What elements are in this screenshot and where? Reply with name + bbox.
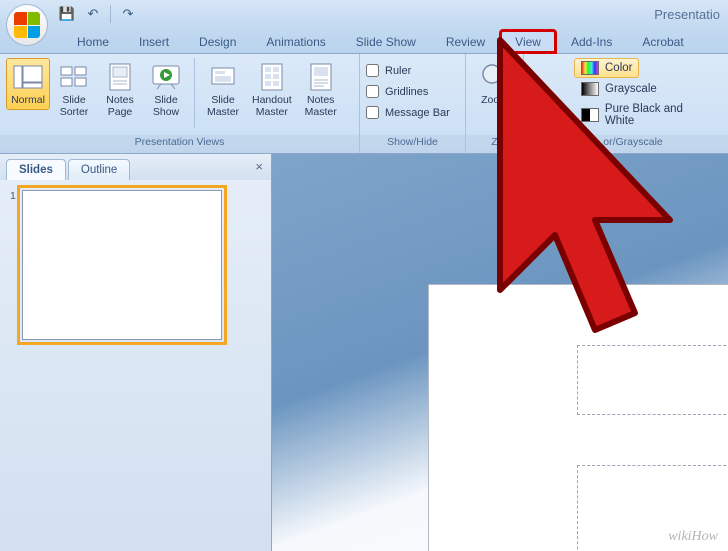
slides-tab[interactable]: Slides — [6, 159, 66, 180]
message-bar-label: Message Bar — [385, 107, 450, 119]
undo-button[interactable]: ↶ — [82, 3, 104, 25]
slide-master-button[interactable]: Slide Master — [201, 58, 245, 121]
app-title: Presentatio — [654, 7, 720, 22]
tab-design[interactable]: Design — [184, 30, 251, 53]
message-bar-checkbox[interactable]: Message Bar — [366, 104, 450, 121]
zoom-label: Zoom — [481, 95, 508, 107]
normal-icon — [12, 61, 44, 93]
pure-bw-label: Pure Black and White — [605, 103, 715, 127]
zoom-icon — [479, 61, 511, 93]
pure-bw-swatch-icon — [581, 108, 599, 122]
tab-view[interactable]: View — [500, 30, 556, 53]
tab-add-ins[interactable]: Add-Ins — [556, 30, 627, 53]
notes-master-label: Notes Master — [305, 95, 337, 118]
grayscale-label: Grayscale — [605, 83, 657, 95]
group-label-color-grayscale: or/Grayscale — [568, 135, 728, 153]
gridlines-label: Gridlines — [385, 86, 428, 98]
tab-slide-show[interactable]: Slide Show — [341, 30, 431, 53]
normal-label: Normal — [11, 95, 45, 107]
color-label: Color — [605, 62, 632, 74]
outline-tab[interactable]: Outline — [68, 159, 130, 180]
qat-separator — [110, 5, 111, 23]
pure-bw-button[interactable]: Pure Black and White — [574, 100, 722, 130]
grayscale-button[interactable]: Grayscale — [574, 79, 664, 99]
handout-master-label: Handout Master — [252, 95, 292, 118]
group-label-show-hide: Show/Hide — [360, 135, 465, 153]
slide-editor[interactable] — [272, 154, 728, 551]
slide-master-label: Slide Master — [207, 95, 239, 118]
slide-thumbnail[interactable] — [22, 190, 222, 340]
tab-home[interactable]: Home — [62, 30, 124, 53]
color-swatch-icon — [581, 61, 599, 75]
notes-master-button[interactable]: Notes Master — [299, 58, 343, 121]
slide-sorter-button[interactable]: Slide Sorter — [52, 58, 96, 121]
pane-tabs: Slides Outline × — [0, 154, 271, 180]
group-presentation-views: Normal Slide Sorter Notes Page Slide Sho… — [0, 54, 360, 153]
hidden-group — [524, 54, 568, 153]
slides-thumbnails: 1 — [0, 180, 271, 551]
thumbnail-row[interactable]: 1 — [10, 190, 261, 340]
office-logo-icon — [14, 12, 40, 38]
notes-master-icon — [305, 61, 337, 93]
slide-show-label: Slide Show — [153, 95, 179, 118]
tab-review[interactable]: Review — [431, 30, 500, 53]
handout-master-icon — [256, 61, 288, 93]
notes-page-label: Notes Page — [106, 95, 133, 118]
tab-animations[interactable]: Animations — [251, 30, 340, 53]
group-label-presentation-views: Presentation Views — [0, 135, 359, 153]
watermark: wikiHow — [668, 529, 718, 545]
tab-insert[interactable]: Insert — [124, 30, 184, 53]
group-color-grayscale: Color Grayscale Pure Black and White or/… — [568, 54, 728, 153]
group-show-hide: Ruler Gridlines Message Bar Show/Hide — [360, 54, 466, 153]
ruler-label: Ruler — [385, 65, 411, 77]
workspace: Slides Outline × 1 — [0, 154, 728, 551]
slide-show-icon — [150, 61, 182, 93]
ribbon-tabs: Home Insert Design Animations Slide Show… — [0, 28, 728, 54]
slide-canvas[interactable] — [428, 284, 728, 551]
slide-sorter-label: Slide Sorter — [60, 95, 89, 118]
color-button[interactable]: Color — [574, 58, 639, 78]
normal-button[interactable]: Normal — [6, 58, 50, 110]
grayscale-swatch-icon — [581, 82, 599, 96]
notes-page-icon — [104, 61, 136, 93]
thumbnail-number: 1 — [10, 190, 16, 340]
group-label-zoom: Z — [466, 135, 523, 153]
title-bar: 💾 ↶ ↷ Presentatio — [0, 0, 728, 28]
quick-access-toolbar: 💾 ↶ ↷ — [56, 0, 139, 28]
slides-pane: Slides Outline × 1 — [0, 154, 272, 551]
slide-master-icon — [207, 61, 239, 93]
zoom-button[interactable]: Zoom — [473, 58, 517, 110]
title-placeholder[interactable] — [577, 345, 728, 415]
office-button[interactable] — [6, 4, 48, 46]
group-separator — [194, 58, 195, 128]
group-zoom: Zoom Z — [466, 54, 524, 153]
pane-close-button[interactable]: × — [255, 159, 263, 174]
ruler-checkbox[interactable]: Ruler — [366, 62, 411, 79]
handout-master-button[interactable]: Handout Master — [247, 58, 297, 121]
ribbon: Normal Slide Sorter Notes Page Slide Sho… — [0, 54, 728, 154]
tab-acrobat[interactable]: Acrobat — [627, 30, 698, 53]
save-button[interactable]: 💾 — [56, 3, 78, 25]
slide-sorter-icon — [58, 61, 90, 93]
notes-page-button[interactable]: Notes Page — [98, 58, 142, 121]
slide-show-button[interactable]: Slide Show — [144, 58, 188, 121]
gridlines-checkbox[interactable]: Gridlines — [366, 83, 428, 100]
redo-button[interactable]: ↷ — [117, 3, 139, 25]
